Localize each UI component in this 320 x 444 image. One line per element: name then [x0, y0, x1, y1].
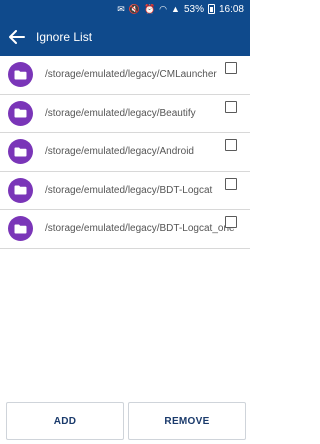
- status-bar: ✉ 🔇 ⏰ ◠ ▲ 53% 16:08: [0, 0, 250, 18]
- folder-icon: [8, 216, 33, 242]
- back-button[interactable]: [0, 18, 34, 56]
- folder-path: /storage/emulated/legacy/Beautify: [45, 107, 196, 119]
- folder-icon: [8, 139, 33, 165]
- alarm-icon: ⏰: [143, 4, 156, 14]
- item-checkbox[interactable]: [225, 216, 237, 228]
- list-item[interactable]: /storage/emulated/legacy/BDT-Logcat: [0, 172, 250, 210]
- battery-percent: 53%: [183, 3, 204, 15]
- list-item[interactable]: /storage/emulated/legacy/CMLauncher: [0, 56, 250, 95]
- item-checkbox[interactable]: [225, 139, 237, 151]
- folder-icon: [8, 100, 33, 126]
- mute-icon: 🔇: [128, 4, 140, 14]
- signal-icon: ▲: [171, 4, 180, 14]
- folder-path: /storage/emulated/legacy/Android: [45, 146, 194, 158]
- item-checkbox[interactable]: [225, 62, 237, 74]
- folder-icon: [8, 177, 33, 203]
- clock: 16:08: [218, 3, 244, 15]
- page-title: Ignore List: [36, 30, 93, 44]
- folder-path: /storage/emulated/legacy/CMLauncher: [45, 69, 217, 81]
- list-item[interactable]: /storage/emulated/legacy/BDT-Logcat_one: [0, 210, 250, 249]
- folder-path: /storage/emulated/legacy/BDT-Logcat_one: [45, 223, 235, 235]
- add-button[interactable]: ADD: [6, 402, 124, 440]
- notification-icon: ✉: [117, 4, 125, 14]
- list-item[interactable]: /storage/emulated/legacy/Android: [0, 133, 250, 172]
- arrow-left-icon: [9, 30, 25, 44]
- folder-path: /storage/emulated/legacy/BDT-Logcat: [45, 184, 213, 196]
- footer-actions: ADD REMOVE: [0, 402, 250, 444]
- item-checkbox[interactable]: [225, 100, 237, 113]
- item-checkbox[interactable]: [225, 177, 237, 190]
- wifi-icon: ◠: [159, 4, 168, 14]
- battery-icon: [207, 4, 215, 14]
- folder-icon: [8, 62, 33, 88]
- ignore-list: /storage/emulated/legacy/CMLauncher /sto…: [0, 56, 250, 249]
- app-bar: Ignore List: [0, 18, 250, 56]
- list-item[interactable]: /storage/emulated/legacy/Beautify: [0, 95, 250, 133]
- remove-button[interactable]: REMOVE: [128, 402, 246, 440]
